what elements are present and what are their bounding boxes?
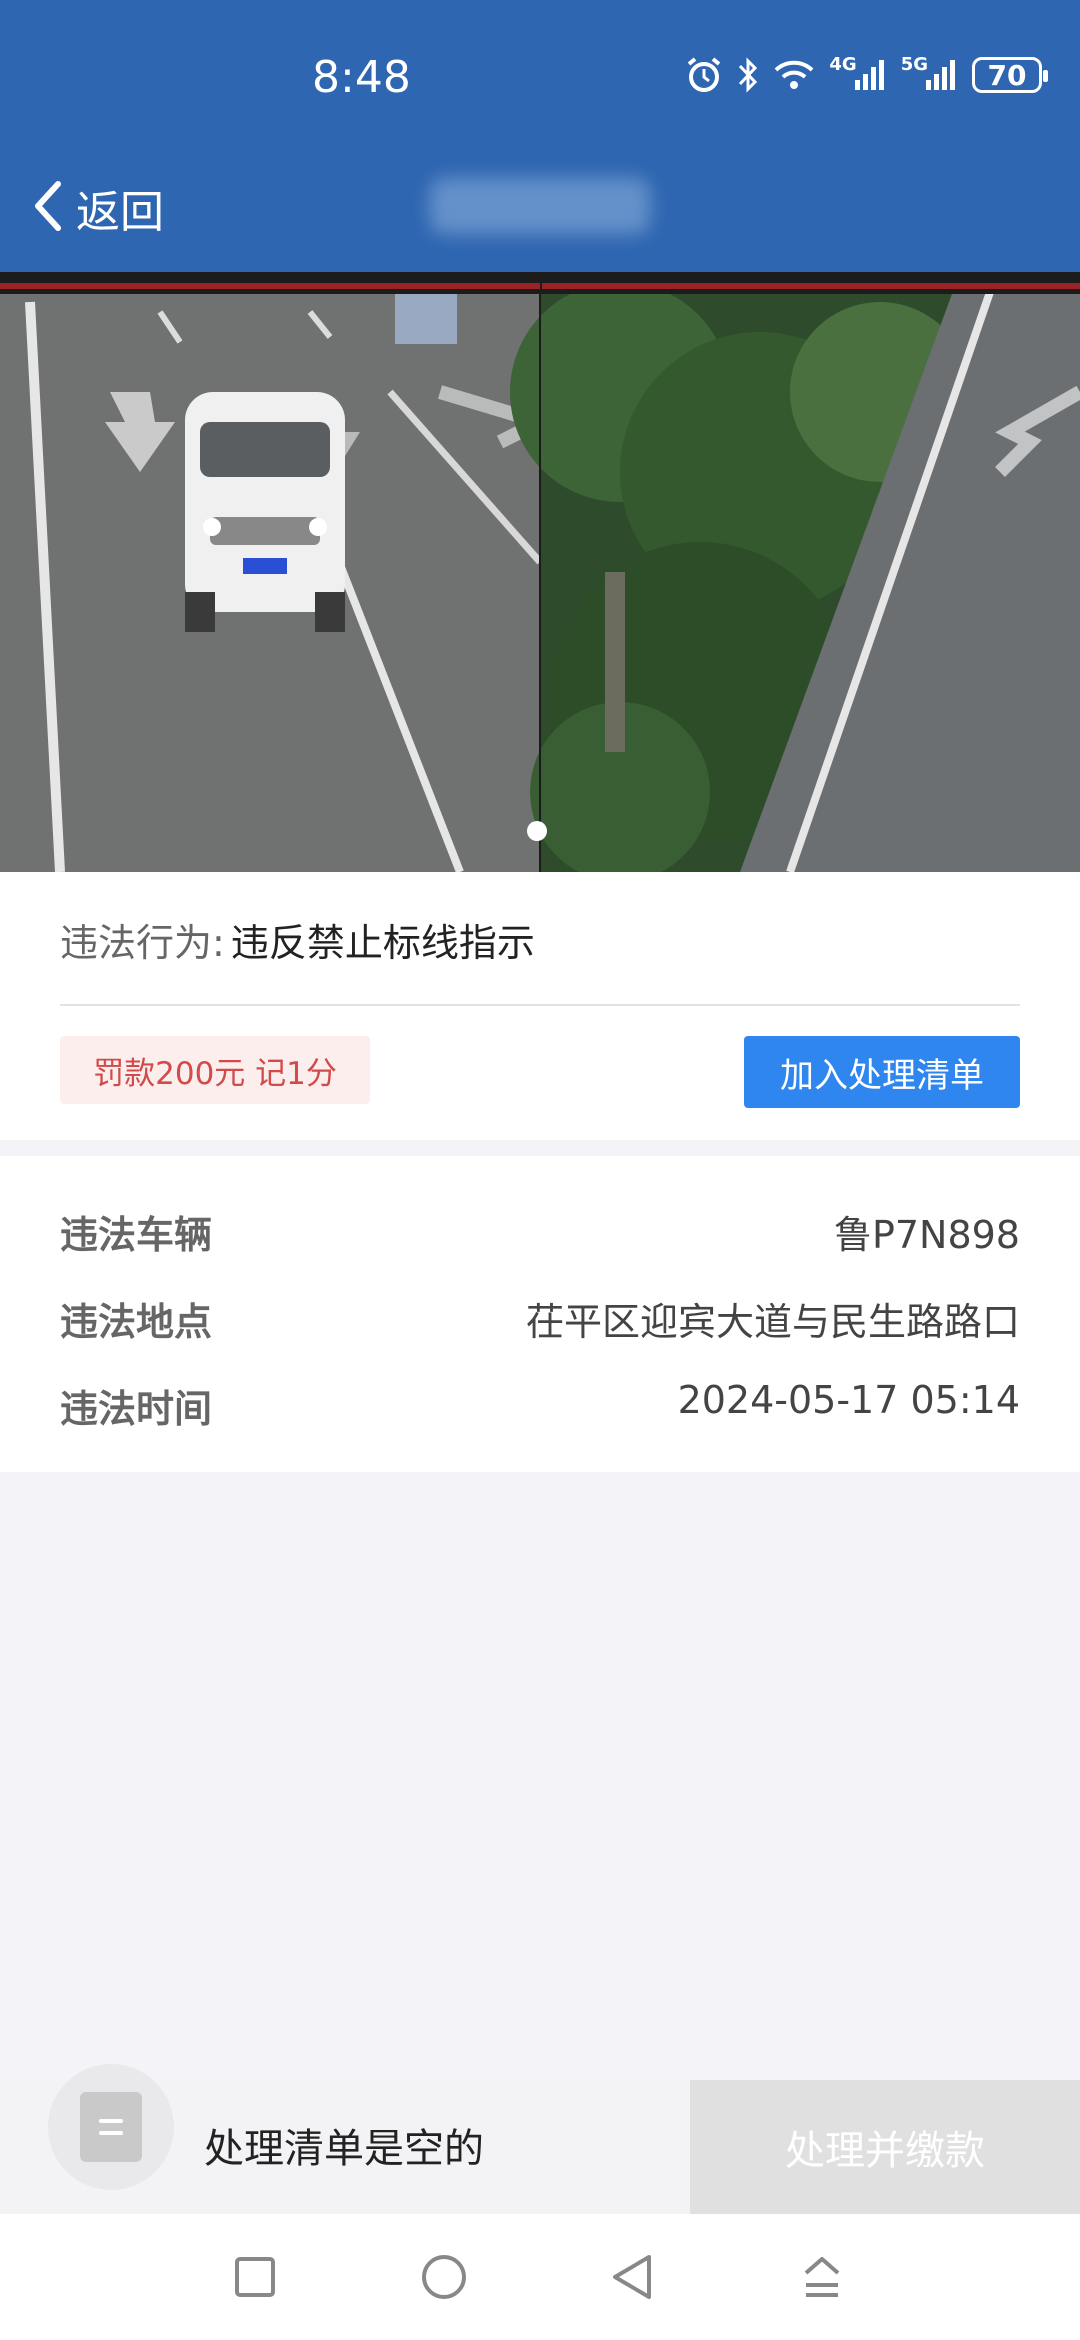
back-nav-icon[interactable]	[607, 2252, 657, 2302]
back-button[interactable]: 返回	[30, 176, 164, 240]
detail-value: 鲁P7N898	[833, 1213, 1020, 1257]
detail-label: 违法时间	[60, 1387, 213, 1431]
hide-nav-icon[interactable]	[797, 2252, 847, 2302]
violation-photo-image	[0, 272, 1080, 872]
signal-5g-icon: 5G	[901, 56, 958, 94]
empty-list-text: 处理清单是空的	[204, 2126, 484, 2172]
detail-value: 茌平区迎宾大道与民生路路口	[525, 1300, 1020, 1344]
behavior-value: 违反禁止标线指示	[230, 921, 535, 965]
violation-photo[interactable]	[0, 272, 1080, 872]
system-nav-bar	[0, 2214, 1080, 2340]
process-and-pay-button[interactable]: 处理并缴款	[690, 2080, 1080, 2214]
back-label: 返回	[76, 187, 164, 238]
app-header: 8:48 4G 5G 70 返回	[0, 0, 1080, 272]
violation-details-card: 违法车辆 鲁P7N898 违法地点 茌平区迎宾大道与民生路路口 违法时间 202…	[0, 1156, 1080, 1472]
processing-list-basket[interactable]	[48, 2064, 174, 2190]
fine-badge: 罚款200元 记1分	[60, 1036, 370, 1104]
add-to-list-button[interactable]: 加入处理清单	[744, 1036, 1020, 1108]
detail-value: 2024-05-17 05:14	[677, 1378, 1020, 1422]
battery-icon: 70	[972, 57, 1048, 93]
chevron-left-icon	[30, 178, 66, 238]
photo-info-strip	[0, 272, 1080, 294]
alarm-icon	[685, 56, 723, 94]
violation-behavior: 违法行为: 违反禁止标线指示	[60, 912, 535, 967]
detail-row-time: 违法时间 2024-05-17 05:14	[60, 1378, 1020, 1433]
detail-label: 违法地点	[60, 1300, 213, 1344]
status-time: 8:48	[312, 52, 411, 103]
list-icon	[80, 2092, 142, 2162]
recent-apps-icon[interactable]	[230, 2252, 280, 2302]
wifi-icon	[773, 56, 815, 94]
bluetooth-icon	[737, 56, 759, 94]
page-title-blurred	[430, 178, 650, 234]
divider	[60, 1004, 1020, 1006]
signal-4g-icon: 4G	[829, 56, 886, 94]
status-icons: 4G 5G 70	[685, 56, 1048, 94]
detail-row-vehicle: 违法车辆 鲁P7N898	[60, 1204, 1020, 1259]
detail-row-location: 违法地点 茌平区迎宾大道与民生路路口	[60, 1291, 1020, 1346]
behavior-label: 违法行为:	[60, 921, 225, 965]
detail-label: 违法车辆	[60, 1213, 213, 1257]
violation-card: 违法行为: 违反禁止标线指示 罚款200元 记1分 加入处理清单	[0, 872, 1080, 1140]
home-icon[interactable]	[419, 2252, 469, 2302]
carousel-indicator[interactable]	[527, 821, 547, 841]
